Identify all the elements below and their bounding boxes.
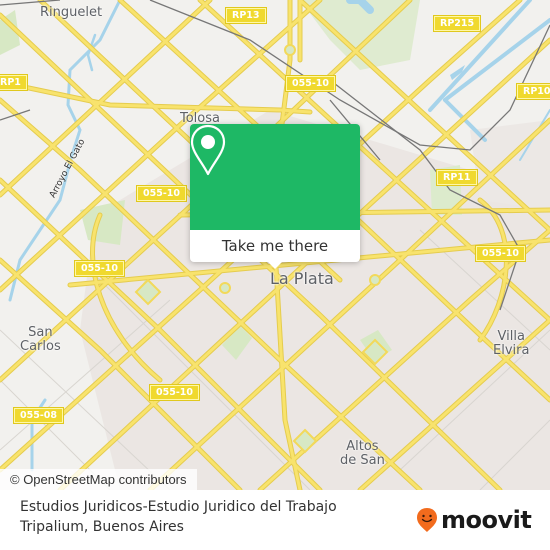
road-shield-055-10: 055-10 bbox=[136, 185, 187, 202]
map[interactable]: Ringuelet Tolosa La Plata San Carlos Vil… bbox=[0, 0, 550, 490]
plaza bbox=[219, 282, 231, 294]
place-label-ringuelet: Ringuelet bbox=[40, 5, 103, 20]
moovit-pin-face-icon bbox=[417, 508, 437, 532]
location-popup[interactable]: Take me there bbox=[190, 124, 360, 269]
road-shield-rp215: RP215 bbox=[432, 15, 482, 32]
road-shield-055-10: 055-10 bbox=[475, 245, 526, 262]
road-shield-rp1: RP1 bbox=[0, 74, 28, 91]
place-label-la-plata: La Plata bbox=[270, 269, 334, 288]
road-shield-055-10: 055-10 bbox=[74, 260, 125, 277]
moovit-wordmark: moovit bbox=[441, 506, 532, 534]
road-shield-055-08: 055-08 bbox=[13, 407, 64, 424]
take-me-there-button[interactable]: Take me there bbox=[190, 230, 360, 262]
road-shield-rp13: RP13 bbox=[225, 7, 267, 24]
plaza bbox=[284, 44, 296, 56]
footer: Estudios Juridicos-Estudio Juridico del … bbox=[0, 490, 550, 550]
moovit-logo[interactable]: moovit bbox=[416, 506, 532, 534]
plaza bbox=[369, 274, 381, 286]
road-shield-055-10: 055-10 bbox=[149, 384, 200, 401]
road-shield-rp11: RP11 bbox=[436, 169, 478, 186]
place-label-altos-de-san: Altos de San bbox=[340, 439, 385, 468]
map-pin-icon bbox=[190, 124, 226, 176]
place-label-san-carlos: San Carlos bbox=[20, 325, 61, 354]
road-shield-055-10: 055-10 bbox=[285, 75, 336, 92]
osm-attribution[interactable]: © OpenStreetMap contributors bbox=[0, 469, 197, 490]
place-label-villa-elvira: Villa Elvira bbox=[493, 329, 530, 358]
location-title: Estudios Juridicos-Estudio Juridico del … bbox=[20, 499, 337, 535]
road-shield-rp10: RP10 bbox=[516, 83, 550, 100]
popup-header[interactable] bbox=[190, 124, 360, 230]
popup-pointer bbox=[267, 261, 283, 269]
